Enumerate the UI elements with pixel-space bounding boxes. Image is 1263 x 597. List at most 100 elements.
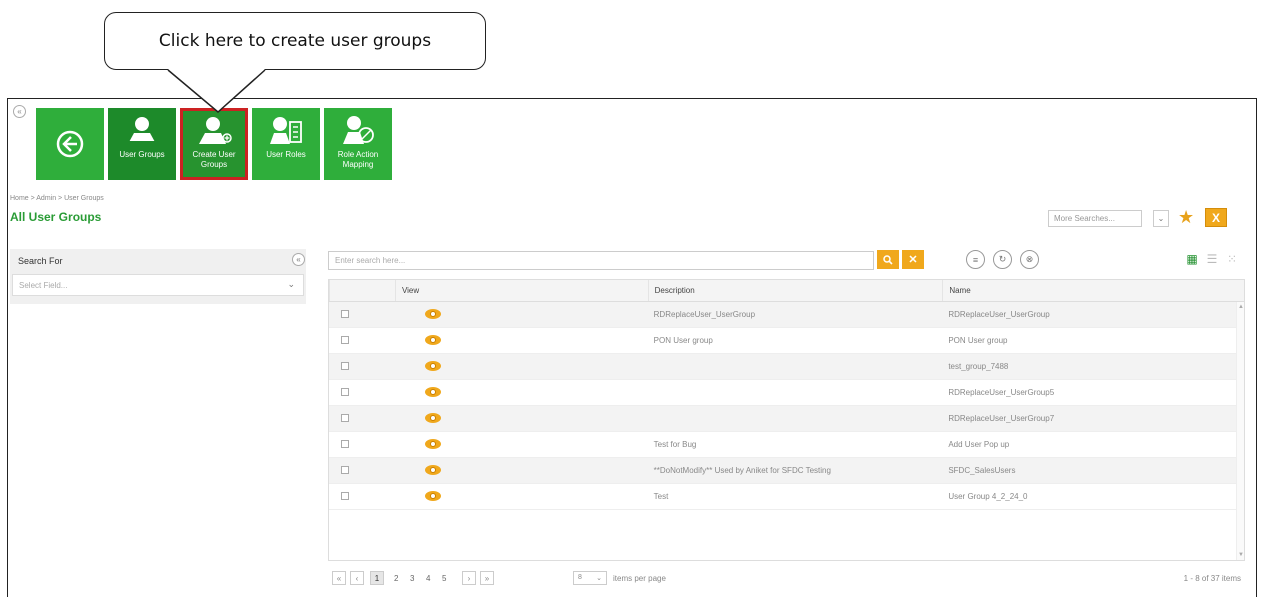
header-view[interactable]: View bbox=[394, 280, 648, 301]
user-groups-label: User Groups bbox=[119, 150, 165, 159]
row-checkbox[interactable] bbox=[341, 387, 349, 396]
page-title: All User Groups bbox=[10, 210, 102, 224]
list-view-button[interactable]: ☰ bbox=[1204, 251, 1220, 267]
table-row[interactable]: Test User Group 4_2_24_0 bbox=[329, 484, 1244, 510]
header-name[interactable]: Name bbox=[942, 280, 1244, 301]
row-select-cell bbox=[329, 439, 395, 450]
row-checkbox[interactable] bbox=[341, 413, 349, 422]
user-roles-tile[interactable]: User Roles bbox=[252, 108, 320, 180]
view-eye-icon[interactable] bbox=[424, 438, 441, 449]
view-eye-icon[interactable] bbox=[424, 386, 441, 397]
table-row[interactable]: RDReplaceUser_UserGroup RDReplaceUser_Use… bbox=[329, 302, 1244, 328]
table-icon: ▦ bbox=[1186, 252, 1198, 266]
view-eye-icon[interactable] bbox=[424, 464, 441, 475]
export-excel-button[interactable]: X bbox=[1205, 208, 1227, 227]
next-page-button[interactable]: › bbox=[462, 571, 476, 585]
callout-bubble: Click here to create user groups bbox=[104, 12, 486, 70]
row-view-cell bbox=[395, 438, 648, 451]
pagination-info: 1 - 8 of 37 items bbox=[1183, 574, 1241, 583]
row-select-cell bbox=[329, 309, 395, 320]
first-page-button[interactable]: « bbox=[332, 571, 346, 585]
table-scrollbar[interactable]: ▲ ▼ bbox=[1236, 302, 1244, 560]
items-per-page-value: 8 bbox=[578, 574, 582, 581]
row-checkbox[interactable] bbox=[341, 309, 349, 318]
role-action-mapping-tile[interactable]: Role Action Mapping bbox=[324, 108, 392, 180]
more-searches-input[interactable]: More Searches... bbox=[1048, 210, 1142, 227]
close-icon: ✕ bbox=[908, 254, 918, 266]
page-3-button[interactable]: 3 bbox=[410, 574, 414, 583]
row-checkbox[interactable] bbox=[341, 465, 349, 474]
collapse-toolbar-button[interactable]: « bbox=[13, 105, 26, 118]
items-per-page-label: items per page bbox=[613, 574, 666, 583]
back-button[interactable] bbox=[36, 108, 104, 180]
chevron-down-icon: ⌄ bbox=[1157, 214, 1165, 223]
tile-view-button[interactable]: ⁙ bbox=[1224, 251, 1240, 267]
table-row[interactable]: RDReplaceUser_UserGroup5 bbox=[329, 380, 1244, 406]
page-5-button[interactable]: 5 bbox=[442, 574, 446, 583]
view-eye-icon[interactable] bbox=[424, 360, 441, 371]
select-field-dropdown[interactable]: Select Field... ⌄ bbox=[12, 274, 304, 296]
table-body: RDReplaceUser_UserGroup RDReplaceUser_Use… bbox=[329, 302, 1244, 510]
row-select-cell bbox=[329, 465, 395, 476]
header-select bbox=[329, 280, 395, 301]
grid-search-input[interactable]: Enter search here... bbox=[328, 251, 874, 270]
row-view-cell bbox=[395, 334, 648, 347]
row-checkbox[interactable] bbox=[341, 439, 349, 448]
chevron-down-icon: ⌄ bbox=[287, 279, 295, 289]
search-panel: Search For « Select Field... ⌄ bbox=[10, 249, 306, 304]
row-checkbox[interactable] bbox=[341, 361, 349, 370]
refresh-button[interactable]: ↻ bbox=[993, 250, 1012, 269]
more-searches-dropdown[interactable]: ⌄ bbox=[1153, 210, 1169, 227]
role-action-mapping-label: Role Action Mapping bbox=[337, 150, 379, 169]
view-eye-icon[interactable] bbox=[424, 412, 441, 423]
prev-page-button[interactable]: ‹ bbox=[350, 571, 364, 585]
favorite-star-icon[interactable]: ★ bbox=[1178, 207, 1194, 228]
header-description[interactable]: Description bbox=[647, 280, 943, 301]
user-groups-tile[interactable]: User Groups bbox=[108, 108, 176, 180]
user-roles-label: User Roles bbox=[266, 150, 306, 159]
row-description: RDReplaceUser_UserGroup bbox=[653, 310, 756, 319]
row-checkbox[interactable] bbox=[341, 335, 349, 344]
row-name: RDReplaceUser_UserGroup5 bbox=[948, 388, 1055, 397]
breadcrumb[interactable]: Home > Admin > User Groups bbox=[10, 195, 104, 202]
list-settings-icon: ≡ bbox=[972, 254, 979, 265]
table-row[interactable]: Test for Bug Add User Pop up bbox=[329, 432, 1244, 458]
create-user-groups-label: Create User Groups bbox=[192, 150, 236, 169]
table-row[interactable]: PON User group PON User group bbox=[329, 328, 1244, 354]
row-checkbox[interactable] bbox=[341, 491, 349, 500]
create-user-groups-tile[interactable]: Create User Groups bbox=[180, 108, 248, 180]
row-name: RDReplaceUser_UserGroup7 bbox=[948, 414, 1055, 423]
last-page-button[interactable]: » bbox=[480, 571, 494, 585]
row-name: SFDC_SalesUsers bbox=[948, 466, 1016, 475]
create-user-group-icon bbox=[199, 117, 232, 144]
view-eye-icon[interactable] bbox=[424, 308, 441, 319]
clear-search-button[interactable]: ✕ bbox=[902, 250, 924, 269]
role-action-mapping-icon bbox=[343, 116, 374, 144]
page-1-button[interactable]: 1 bbox=[370, 571, 384, 585]
view-eye-icon[interactable] bbox=[424, 490, 441, 501]
row-name: PON User group bbox=[948, 336, 1008, 345]
reset-filters-button[interactable]: ⊗ bbox=[1020, 250, 1039, 269]
list-icon: ☰ bbox=[1206, 252, 1218, 266]
grid-view-button[interactable]: ▦ bbox=[1184, 251, 1200, 267]
refresh-icon: ↻ bbox=[998, 254, 1007, 264]
column-settings-button[interactable]: ≡ bbox=[966, 250, 985, 269]
row-name: User Group 4_2_24_0 bbox=[948, 492, 1028, 501]
table-row[interactable]: **DoNotModify** Used by Aniket for SFDC … bbox=[329, 458, 1244, 484]
page-2-button[interactable]: 2 bbox=[394, 574, 398, 583]
search-icon bbox=[883, 254, 893, 265]
user-groups-table: View Description Name RDReplaceUser_User… bbox=[328, 279, 1245, 561]
user-groups-icon bbox=[128, 117, 156, 144]
row-select-cell bbox=[329, 413, 395, 424]
search-button[interactable] bbox=[877, 250, 899, 269]
scroll-up-icon: ▲ bbox=[1238, 304, 1244, 310]
table-header: View Description Name bbox=[329, 280, 1244, 302]
page-4-button[interactable]: 4 bbox=[426, 574, 430, 583]
collapse-panel-button[interactable]: « bbox=[292, 253, 305, 266]
table-row[interactable]: RDReplaceUser_UserGroup7 bbox=[329, 406, 1244, 432]
view-eye-icon[interactable] bbox=[424, 334, 441, 345]
items-per-page-select[interactable]: 8 ⌄ bbox=[573, 571, 607, 585]
user-roles-icon bbox=[270, 117, 302, 144]
row-view-cell bbox=[395, 412, 648, 425]
table-row[interactable]: test_group_7488 bbox=[329, 354, 1244, 380]
